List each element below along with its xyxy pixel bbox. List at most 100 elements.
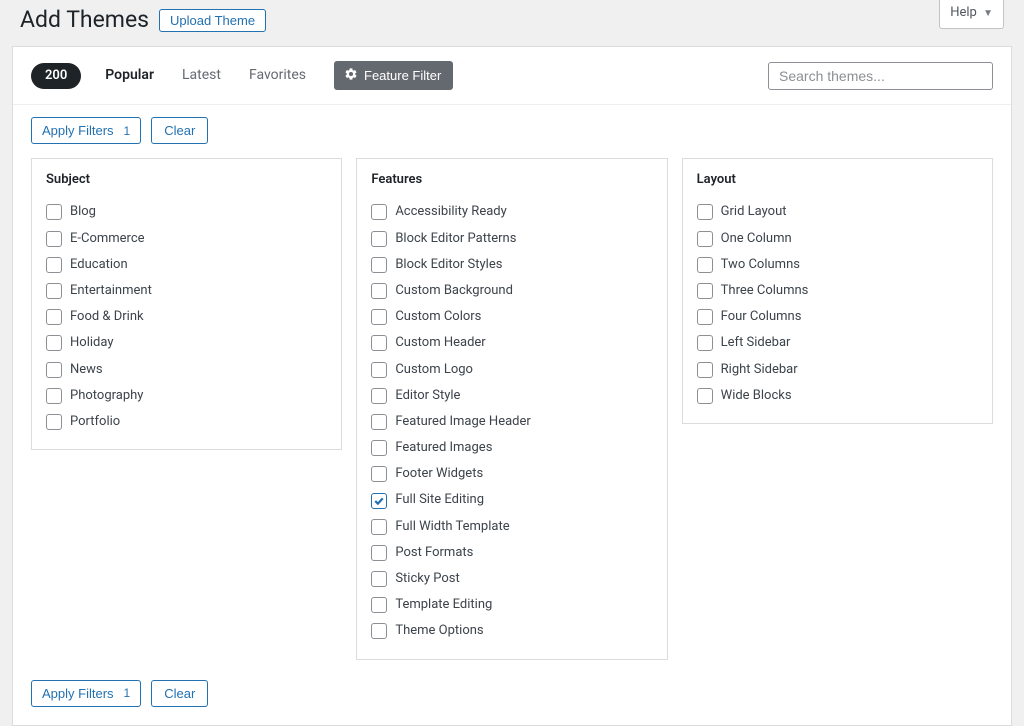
filters-row-bottom: Apply Filters 1 Clear	[13, 674, 1011, 725]
filter-checkbox-row[interactable]: Full Site Editing	[371, 487, 652, 513]
filter-checkbox-row[interactable]: Portfolio	[46, 409, 327, 435]
checkbox-icon	[371, 440, 387, 456]
filter-checkbox-row[interactable]: Four Columns	[697, 304, 978, 330]
filter-checkbox-row[interactable]: Education	[46, 252, 327, 278]
filter-checkbox-row[interactable]: Custom Logo	[371, 357, 652, 383]
checkbox-icon	[697, 204, 713, 220]
browser-bar: 200 Popular Latest Favorites Feature Fil…	[13, 47, 1011, 105]
feature-filter-label: Feature Filter	[364, 68, 441, 83]
checkbox-icon	[697, 362, 713, 378]
checkbox-icon	[371, 571, 387, 587]
filter-checkbox-row[interactable]: Blog	[46, 199, 327, 225]
filter-checkbox-label: Block Editor Patterns	[395, 230, 516, 248]
filter-col-subject: Subject Blog E-Commerce Education Entertain…	[31, 158, 342, 450]
checkbox-icon	[371, 414, 387, 430]
filter-checkbox-label: Accessibility Ready	[395, 203, 506, 221]
apply-filters-button[interactable]: Apply Filters 1	[31, 680, 141, 707]
filter-checkbox-label: E-Commerce	[70, 230, 145, 248]
filter-checkbox-label: Footer Widgets	[395, 465, 483, 483]
filter-checkbox-label: Three Columns	[721, 282, 809, 300]
filter-checkbox-row[interactable]: Full Width Template	[371, 514, 652, 540]
feature-filter-button[interactable]: Feature Filter	[334, 61, 453, 90]
clear-button[interactable]: Clear	[151, 680, 208, 707]
apply-filters-label: Apply Filters	[42, 686, 114, 701]
filter-checkbox-label: Full Site Editing	[395, 491, 484, 509]
filter-checkbox-label: Left Sidebar	[721, 334, 791, 352]
clear-button[interactable]: Clear	[151, 117, 208, 144]
filter-checkbox-row[interactable]: Block Editor Patterns	[371, 226, 652, 252]
filter-checkbox-row[interactable]: Entertainment	[46, 278, 327, 304]
filter-checkbox-label: Post Formats	[395, 544, 473, 562]
tab-latest[interactable]: Latest	[172, 62, 231, 90]
filter-checkbox-row[interactable]: Accessibility Ready	[371, 199, 652, 225]
apply-filters-button[interactable]: Apply Filters 1	[31, 117, 141, 144]
filter-col-title: Layout	[697, 171, 978, 189]
checkbox-icon	[371, 362, 387, 378]
help-tab[interactable]: Help ▼	[939, 0, 1004, 29]
theme-browser-panel: 200 Popular Latest Favorites Feature Fil…	[12, 46, 1012, 725]
filter-checkbox-label: Right Sidebar	[721, 361, 798, 379]
filter-checkbox-row[interactable]: Featured Images	[371, 435, 652, 461]
checkbox-icon	[371, 597, 387, 613]
filter-checkbox-row[interactable]: Grid Layout	[697, 199, 978, 225]
filter-checkbox-row[interactable]: Sticky Post	[371, 566, 652, 592]
filter-col-layout: Layout Grid Layout One Column Two Columns T…	[682, 158, 993, 424]
checkbox-icon	[697, 309, 713, 325]
filter-checkbox-row[interactable]: Custom Background	[371, 278, 652, 304]
filter-checkbox-label: One Column	[721, 230, 792, 248]
tab-popular[interactable]: Popular	[95, 62, 164, 90]
checkbox-checked-icon	[371, 493, 387, 509]
filter-checkbox-label: News	[70, 361, 103, 379]
filters-row-top: Apply Filters 1 Clear	[13, 105, 1011, 158]
checkbox-icon	[697, 257, 713, 273]
filter-col-title: Subject	[46, 171, 327, 189]
filter-checkbox-row[interactable]: Photography	[46, 383, 327, 409]
filter-checkbox-label: Education	[70, 256, 128, 274]
checkbox-icon	[371, 257, 387, 273]
filter-checkbox-row[interactable]: Custom Colors	[371, 304, 652, 330]
filter-checkbox-label: Photography	[70, 387, 143, 405]
filter-checkbox-label: Four Columns	[721, 308, 802, 326]
filter-checkbox-row[interactable]: E-Commerce	[46, 226, 327, 252]
filter-checkbox-row[interactable]: Right Sidebar	[697, 357, 978, 383]
checkbox-icon	[371, 623, 387, 639]
filter-checkbox-label: Blog	[70, 203, 96, 221]
tab-favorites[interactable]: Favorites	[239, 62, 316, 90]
filter-checkbox-row[interactable]: Footer Widgets	[371, 461, 652, 487]
filter-checkbox-label: Custom Background	[395, 282, 513, 300]
checkbox-icon	[46, 414, 62, 430]
checkbox-icon	[46, 362, 62, 378]
filter-checkbox-label: Editor Style	[395, 387, 460, 405]
filter-checkbox-row[interactable]: News	[46, 357, 327, 383]
filter-checkbox-row[interactable]: Template Editing	[371, 592, 652, 618]
search-wrap	[768, 62, 993, 90]
checkbox-icon	[46, 204, 62, 220]
filter-checkbox-row[interactable]: Left Sidebar	[697, 330, 978, 356]
checkbox-icon	[371, 335, 387, 351]
apply-filters-count: 1	[124, 124, 131, 138]
filter-checkbox-row[interactable]: Food & Drink	[46, 304, 327, 330]
checkbox-icon	[371, 204, 387, 220]
filter-checkbox-row[interactable]: Editor Style	[371, 383, 652, 409]
filter-checkbox-row[interactable]: Two Columns	[697, 252, 978, 278]
filter-checkbox-row[interactable]: Theme Options	[371, 618, 652, 644]
filter-checkbox-label: Full Width Template	[395, 518, 509, 536]
filter-checkbox-row[interactable]: Block Editor Styles	[371, 252, 652, 278]
filter-checkbox-label: Featured Images	[395, 439, 492, 457]
filter-checkbox-row[interactable]: Featured Image Header	[371, 409, 652, 435]
apply-filters-count: 1	[124, 686, 131, 700]
filter-checkbox-row[interactable]: Holiday	[46, 330, 327, 356]
filter-checkbox-label: Two Columns	[721, 256, 800, 274]
search-input[interactable]	[768, 62, 993, 90]
filter-checkbox-row[interactable]: Wide Blocks	[697, 383, 978, 409]
checkbox-icon	[697, 283, 713, 299]
filter-checkbox-label: Grid Layout	[721, 203, 787, 221]
filter-checkbox-row[interactable]: Three Columns	[697, 278, 978, 304]
upload-theme-button[interactable]: Upload Theme	[159, 9, 266, 32]
filter-checkbox-row[interactable]: Post Formats	[371, 540, 652, 566]
filter-checkbox-label: Wide Blocks	[721, 387, 792, 405]
filter-checkbox-row[interactable]: Custom Header	[371, 330, 652, 356]
filter-checkbox-row[interactable]: One Column	[697, 226, 978, 252]
filter-col-title: Features	[371, 171, 652, 189]
filter-checkbox-label: Holiday	[70, 334, 113, 352]
